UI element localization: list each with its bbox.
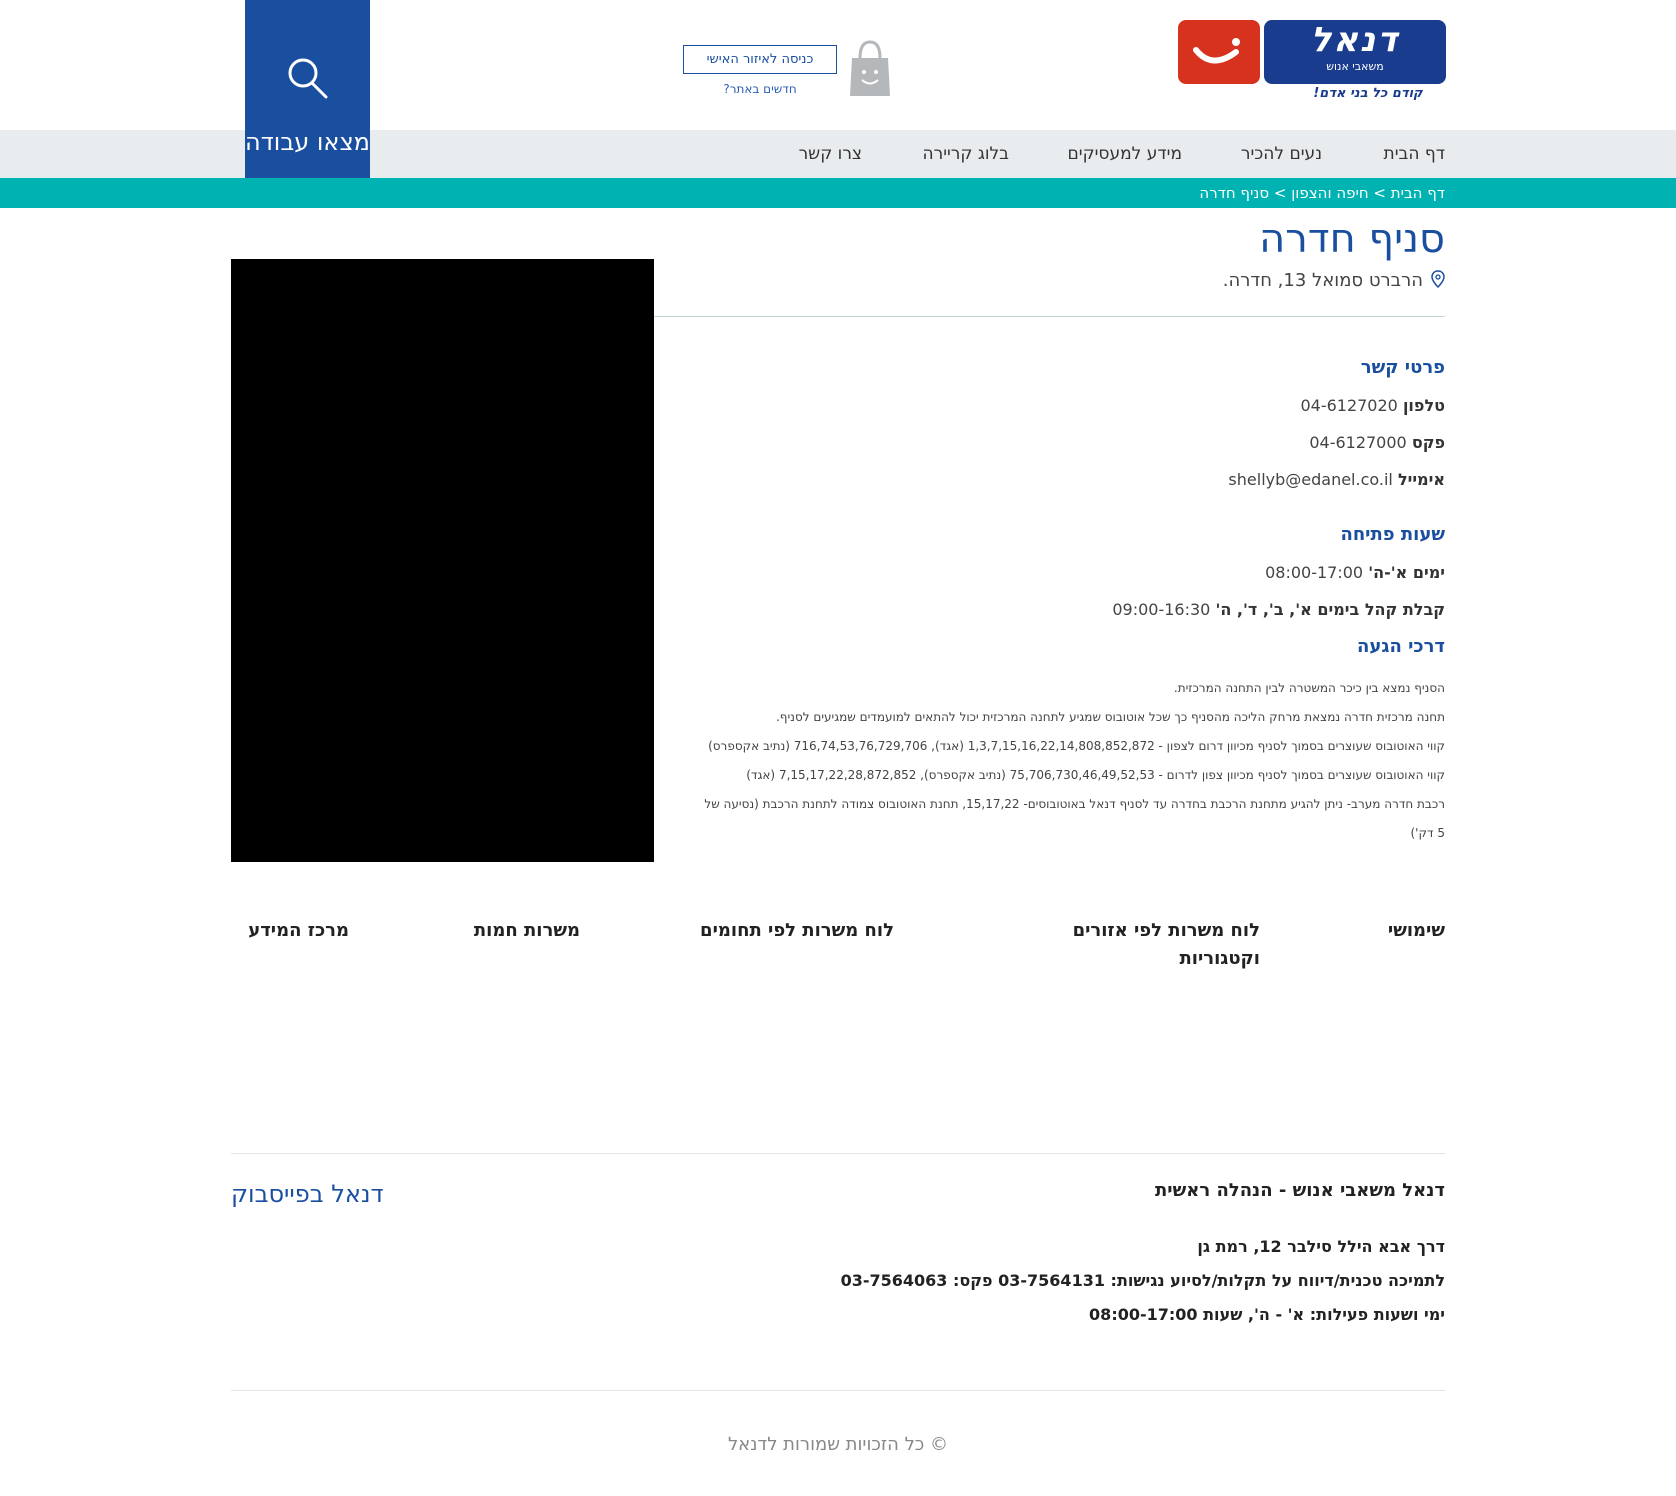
weekday-hours-label: ימים א'-ה' bbox=[1368, 563, 1445, 582]
breadcrumb-separator: > bbox=[1368, 184, 1391, 202]
fax-row: פקס 04-6127000 bbox=[1309, 433, 1445, 452]
branch-address-text: הרברט סמואל 13, חדרה. bbox=[1222, 270, 1423, 291]
footer-link-info-center[interactable]: מרכז המידע bbox=[229, 917, 349, 945]
logo-wordmark: דנאל משאבי אנוש bbox=[1264, 20, 1446, 84]
reception-hours-label: קבלת קהל בימים א', ב', ד', ה' bbox=[1215, 600, 1445, 619]
nav-item-employers[interactable]: מידע למעסיקים bbox=[1067, 130, 1182, 178]
footer-link-jobs-by-field[interactable]: לוח משרות לפי תחומים bbox=[654, 917, 894, 945]
footer-hours: ימי ושעות פעילות: א' - ה', שעות 08:00-17… bbox=[1089, 1305, 1445, 1324]
nav-item-contact[interactable]: צרו קשר bbox=[799, 130, 862, 178]
breadcrumb-current: סניף חדרה bbox=[1199, 184, 1270, 202]
footer-divider bbox=[231, 1153, 1445, 1154]
personal-area-login-button[interactable]: כניסה לאיזור האישי bbox=[683, 45, 837, 74]
breadcrumb-home[interactable]: דף הבית bbox=[1391, 184, 1445, 202]
logo-subtitle: משאבי אנוש bbox=[1326, 60, 1384, 73]
directions-line: רכבת חדרה מערב- ניתן להגיע מתחנת הרכבת ב… bbox=[704, 797, 1445, 811]
footer-divider bbox=[231, 1390, 1445, 1391]
directions-heading: דרכי הגעה bbox=[1357, 636, 1445, 657]
fax-label: פקס bbox=[1411, 433, 1445, 452]
find-job-button[interactable]: מצאו עבודה bbox=[245, 0, 370, 178]
phone-row: טלפון 04-6127020 bbox=[1300, 396, 1445, 415]
email-value[interactable]: shellyb@edanel.co.il bbox=[1228, 470, 1392, 489]
contact-heading: פרטי קשר bbox=[1360, 357, 1445, 378]
page-title: סניף חדרה bbox=[1259, 216, 1445, 262]
search-icon bbox=[288, 58, 328, 99]
directions-line: 5 דק') bbox=[1410, 826, 1446, 840]
phone-label: טלפון bbox=[1402, 396, 1445, 415]
shopping-bag-icon[interactable] bbox=[848, 40, 892, 98]
branch-map[interactable] bbox=[231, 259, 654, 862]
smile-logo-icon bbox=[1178, 20, 1260, 84]
breadcrumb-region[interactable]: חיפה והצפון bbox=[1291, 184, 1368, 202]
footer-heading: דנאל משאבי אנוש - הנהלה ראשית bbox=[1154, 1180, 1445, 1201]
fax-value: 04-6127000 bbox=[1309, 433, 1407, 452]
branch-address: הרברט סמואל 13, חדרה. bbox=[1223, 270, 1445, 291]
hours-heading: שעות פתיחה bbox=[1340, 524, 1445, 545]
reception-hours-value: 09:00-16:30 bbox=[1112, 600, 1211, 619]
footer-link-hot-jobs[interactable]: משרות חמות bbox=[420, 917, 580, 945]
copyright: © כל הזכויות שמורות לדנאל bbox=[727, 1434, 949, 1455]
directions-line: הסניף נמצא בין כיכר המשטרה לבין התחנה המ… bbox=[1173, 681, 1445, 695]
breadcrumb-separator: > bbox=[1269, 184, 1292, 202]
weekday-hours-row: ימים א'-ה' 08:00-17:00 bbox=[1265, 563, 1445, 582]
email-row: אימייל shellyb@edanel.co.il bbox=[1228, 470, 1445, 489]
breadcrumb: דף הבית > חיפה והצפון > סניף חדרה bbox=[0, 178, 1676, 208]
directions-line: תחנה מרכזית חדרה נמצאת מרחק הליכה מהסניף… bbox=[775, 710, 1445, 724]
danel-logo[interactable]: דנאל משאבי אנוש קודם כל בני אדם! bbox=[1178, 20, 1446, 102]
logo-name: דנאל bbox=[1310, 20, 1400, 60]
footer-link-jobs-by-region[interactable]: לוח משרות לפי אזורים וקטגוריות bbox=[1040, 917, 1260, 973]
directions-line: קווי האוטובוס שעוצרים בסמוך לסניף מכיוון… bbox=[746, 768, 1445, 782]
nav-item-about[interactable]: נעים להכיר bbox=[1241, 130, 1322, 178]
nav-item-career-blog[interactable]: בלוג קריירה bbox=[923, 130, 1010, 178]
directions-line: קווי האוטובוס שעוצרים בסמוך לסניף מכיוון… bbox=[708, 739, 1445, 753]
location-pin-icon bbox=[1431, 270, 1445, 289]
find-job-label: מצאו עבודה bbox=[245, 128, 370, 156]
nav-item-home[interactable]: דף הבית bbox=[1384, 130, 1445, 178]
logo-tagline: קודם כל בני אדם! bbox=[1313, 86, 1423, 101]
phone-value[interactable]: 04-6127020 bbox=[1300, 396, 1397, 415]
email-label: אימייל bbox=[1397, 470, 1445, 489]
footer-address: דרך אבא הילל סילבר 12, רמת גן bbox=[1197, 1237, 1445, 1256]
facebook-link[interactable]: דנאל בפייסבוק bbox=[231, 1180, 384, 1208]
divider bbox=[654, 316, 1445, 317]
new-on-site-link[interactable]: חדשים באתר? bbox=[683, 82, 837, 96]
weekday-hours-value: 08:00-17:00 bbox=[1265, 563, 1364, 582]
footer-support: לתמיכה טכנית/דיווח על תקלות/לסיוע נגישות… bbox=[840, 1271, 1445, 1290]
footer-link-useful[interactable]: שימושי bbox=[1325, 917, 1445, 945]
reception-hours-row: קבלת קהל בימים א', ב', ד', ה' 09:00-16:3… bbox=[1112, 600, 1445, 619]
